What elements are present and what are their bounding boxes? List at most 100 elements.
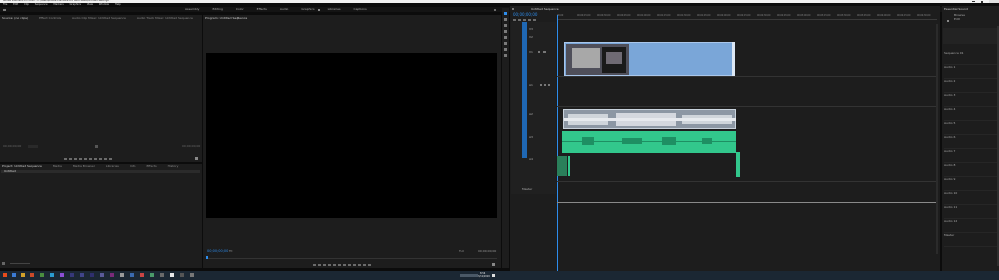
taskbar-date[interactable]: 3/11/2020: [478, 275, 490, 278]
mixer-row[interactable]: Audio 9: [944, 177, 998, 191]
taskbar-app-icon[interactable]: [180, 273, 184, 277]
workspace-editing[interactable]: Editing: [212, 7, 222, 11]
track-label-a4[interactable]: A4: [529, 158, 533, 161]
tab-info[interactable]: Info: [130, 164, 136, 168]
mixer-row[interactable]: Audio 1: [944, 65, 998, 79]
program-tab[interactable]: Program: Untitled Sequence: [205, 17, 247, 20]
workspace-libraries[interactable]: Libraries: [328, 7, 341, 11]
audio-clip-a3-marker[interactable]: [568, 156, 570, 176]
source-timecode-left[interactable]: 00;00;00;00: [3, 145, 21, 148]
hand-tool-icon[interactable]: [504, 48, 507, 51]
tray-icons[interactable]: [460, 274, 478, 277]
export-frame-icon[interactable]: [109, 158, 112, 160]
menu-help[interactable]: Help: [115, 3, 121, 6]
add-marker-icon[interactable]: [528, 19, 531, 21]
mark-out-icon[interactable]: [69, 158, 72, 160]
taskbar-app-icon[interactable]: [60, 273, 64, 277]
mixer-row[interactable]: Master: [944, 233, 998, 247]
program-resolution-dropdown[interactable]: Full: [459, 250, 464, 253]
notification-icon[interactable]: [492, 273, 495, 277]
mixer-tab-edit[interactable]: Edit: [954, 18, 960, 21]
taskbar-app-icon[interactable]: [150, 273, 154, 277]
add-button-icon[interactable]: [195, 157, 198, 160]
tab-libraries[interactable]: Libraries: [106, 164, 119, 168]
slip-tool-icon[interactable]: [504, 36, 507, 39]
track-label-v1[interactable]: V1: [529, 51, 533, 54]
step-back-icon[interactable]: [79, 158, 82, 160]
mixer-checkbox[interactable]: [947, 20, 949, 22]
mixer-row[interactable]: Audio 4: [944, 107, 998, 121]
extract-icon[interactable]: [358, 264, 361, 266]
audio-clip-a2[interactable]: [562, 131, 736, 153]
taskbar-app-icon[interactable]: [120, 273, 124, 277]
ripple-edit-tool-icon[interactable]: [504, 24, 507, 27]
comparison-view-icon[interactable]: [368, 264, 371, 266]
mixer-row[interactable]: Sequence 01: [944, 51, 998, 65]
taskbar-app-icon[interactable]: [70, 273, 74, 277]
taskbar-app-icon[interactable]: [170, 273, 174, 277]
program-video-frame[interactable]: [206, 53, 497, 218]
step-back-icon[interactable]: [333, 264, 336, 266]
snap-icon[interactable]: [518, 19, 521, 21]
start-icon[interactable]: [3, 273, 7, 277]
lift-icon[interactable]: [353, 264, 356, 266]
mixer-row[interactable]: Audio 5: [944, 121, 998, 135]
mixer-row[interactable]: Audio 11: [944, 205, 998, 219]
menu-sequence[interactable]: Sequence: [35, 3, 48, 6]
taskbar-app-icon[interactable]: [140, 273, 144, 277]
audio-clip-a2-tail[interactable]: [736, 152, 740, 177]
solo-icon[interactable]: [544, 84, 546, 86]
tab-media[interactable]: Media: [53, 164, 62, 168]
menu-clip[interactable]: Clip: [24, 3, 29, 6]
taskbar-app-icon[interactable]: [100, 273, 104, 277]
mixer-row[interactable]: Audio 10: [944, 191, 998, 205]
eye-icon[interactable]: [543, 51, 546, 53]
taskbar-app-icon[interactable]: [30, 273, 34, 277]
razor-tool-icon[interactable]: [504, 30, 507, 33]
go-to-out-icon[interactable]: [94, 158, 97, 160]
program-add-button-icon[interactable]: [492, 263, 495, 266]
linked-selection-icon[interactable]: [523, 19, 526, 21]
menu-edit[interactable]: Edit: [13, 3, 18, 6]
project-list-view-icon[interactable]: [2, 262, 5, 265]
taskbar-app-icon[interactable]: [40, 273, 44, 277]
program-fit-dropdown[interactable]: Fit: [229, 250, 233, 253]
workspace-assembly[interactable]: Assembly: [185, 7, 199, 11]
mixer-scrollbar[interactable]: [997, 26, 999, 266]
project-zoom-slider[interactable]: [10, 263, 30, 264]
selection-tool-icon[interactable]: [504, 12, 507, 15]
taskbar-app-icon[interactable]: [12, 273, 16, 277]
tab-history[interactable]: History: [168, 164, 179, 168]
play-icon[interactable]: [84, 158, 87, 160]
tab-media-browser[interactable]: Media Browser: [73, 164, 95, 168]
timeline-timecode[interactable]: 00;00;00;00: [513, 13, 537, 17]
tab-effects[interactable]: Effects: [147, 164, 157, 168]
source-patch-strip[interactable]: [522, 22, 527, 158]
taskbar-app-icon[interactable]: [160, 273, 164, 277]
taskbar-app-icon[interactable]: [21, 273, 25, 277]
home-icon[interactable]: [3, 8, 6, 11]
timeline-settings-icon[interactable]: [533, 19, 536, 21]
workspace-menu-icon[interactable]: [318, 8, 320, 11]
mark-in-icon[interactable]: [64, 158, 67, 160]
maximize-icon[interactable]: [981, 0, 983, 3]
workspace-effects[interactable]: Effects: [257, 7, 267, 11]
go-to-in-icon[interactable]: [328, 264, 331, 266]
project-item[interactable]: Untitled: [4, 170, 16, 173]
tab-audio-track-mixer[interactable]: Audio Track Mixer: Untitled Sequence: [137, 16, 193, 20]
track-select-tool-icon[interactable]: [504, 18, 507, 21]
program-timecode[interactable]: 00;00;00;00: [207, 249, 228, 254]
export-frame-icon[interactable]: [363, 264, 366, 266]
overwrite-icon[interactable]: [104, 158, 107, 160]
workspace-graphics[interactable]: Graphics: [301, 7, 314, 11]
playhead-line[interactable]: [556, 15, 558, 274]
marker-icon[interactable]: [313, 264, 316, 266]
mute-icon[interactable]: [540, 84, 542, 86]
menu-view[interactable]: View: [87, 3, 93, 6]
tab-source[interactable]: Source: (no clips): [2, 16, 28, 20]
menu-window[interactable]: Window: [99, 3, 109, 6]
timeline-vertical-scrollbar[interactable]: [936, 24, 938, 254]
source-settings-icon[interactable]: [95, 145, 98, 148]
menu-file[interactable]: File: [3, 3, 7, 6]
voiceover-record-icon[interactable]: [548, 84, 550, 86]
